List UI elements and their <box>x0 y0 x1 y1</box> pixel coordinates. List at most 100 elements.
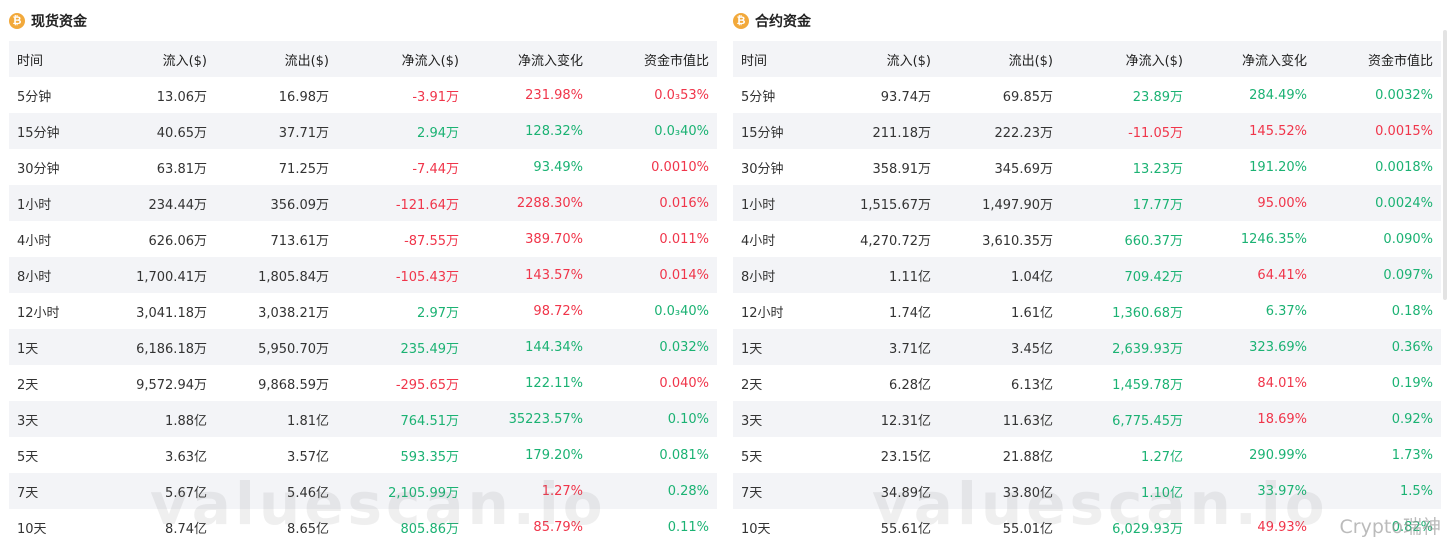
cell-net-change: 98.72% <box>533 303 583 319</box>
cell-inflow: 40.65万 <box>156 125 207 141</box>
cell-net-change: 323.69% <box>1249 339 1307 355</box>
scrollbar[interactable] <box>1443 30 1447 300</box>
cell-mcap-ratio: 0.016% <box>659 195 709 211</box>
cell-net-change: 2288.30% <box>516 195 583 211</box>
cell-time: 12小时 <box>17 305 60 321</box>
cell-time: 8小时 <box>741 269 776 285</box>
cell-mcap-ratio: 0.081% <box>659 447 709 463</box>
column-header-net-inflow: 净流入($) <box>401 53 459 69</box>
table-row[interactable]: 12小时 1.74亿 1.61亿 1,360.68万 6.37% 0.18% <box>733 293 1441 329</box>
table-row[interactable]: 1天 6,186.18万 5,950.70万 235.49万 144.34% 0.032% <box>9 329 717 365</box>
table-row[interactable]: 15分钟 211.18万 222.23万 -11.05万 145.52% 0.0015% <box>733 113 1441 149</box>
table-row[interactable]: 7天 5.67亿 5.46亿 2,105.99万 1.27% 0.28% <box>9 473 717 509</box>
cell-mcap-ratio: 0.92% <box>1391 411 1433 427</box>
cell-time: 5分钟 <box>17 89 52 105</box>
cell-net-inflow: 23.89万 <box>1132 89 1183 105</box>
cell-net-inflow: 709.42万 <box>1124 269 1184 285</box>
cell-time: 30分钟 <box>17 161 60 177</box>
cell-time: 12小时 <box>741 305 784 321</box>
futures-funds-header: ₿ 合约资金 <box>733 0 1441 41</box>
cell-outflow: 1.04亿 <box>1011 269 1053 285</box>
cell-outflow: 71.25万 <box>278 161 329 177</box>
cell-net-change: 18.69% <box>1257 411 1307 427</box>
cell-net-inflow: -7.44万 <box>412 161 459 177</box>
table-row[interactable]: 30分钟 358.91万 345.69万 13.23万 191.20% 0.0018% <box>733 149 1441 185</box>
cell-mcap-ratio: 0.040% <box>659 375 709 391</box>
cell-net-inflow: 6,775.45万 <box>1112 413 1183 429</box>
cell-net-inflow: 1,459.78万 <box>1112 377 1183 393</box>
cell-outflow: 9,868.59万 <box>258 377 329 393</box>
cell-net-inflow: 17.77万 <box>1132 197 1183 213</box>
cell-mcap-ratio: 0.032% <box>659 339 709 355</box>
table-row[interactable]: 5分钟 93.74万 69.85万 23.89万 284.49% 0.0032% <box>733 77 1441 113</box>
cell-outflow: 713.61万 <box>270 233 330 249</box>
cell-time: 4小时 <box>741 233 776 249</box>
table-row[interactable]: 5天 3.63亿 3.57亿 593.35万 179.20% 0.081% <box>9 437 717 473</box>
cell-outflow: 6.13亿 <box>1011 377 1053 393</box>
table-row[interactable]: 5分钟 13.06万 16.98万 -3.91万 231.98% 0.0₃53% <box>9 77 717 113</box>
cell-outflow: 356.09万 <box>270 197 330 213</box>
cell-net-change: 49.93% <box>1257 519 1307 535</box>
cell-mcap-ratio: 0.0024% <box>1375 195 1433 211</box>
column-header-outflow: 流出($) <box>1008 53 1053 69</box>
cell-time: 1小时 <box>17 197 52 213</box>
futures-funds-title: 合约资金 <box>755 13 811 30</box>
cell-mcap-ratio: 0.0015% <box>1375 123 1433 139</box>
table-row[interactable]: 2天 9,572.94万 9,868.59万 -295.65万 122.11% 0.040… <box>9 365 717 401</box>
table-row[interactable]: 1天 3.71亿 3.45亿 2,639.93万 323.69% 0.36% <box>733 329 1441 365</box>
table-row[interactable]: 3天 12.31亿 11.63亿 6,775.45万 18.69% 0.92% <box>733 401 1441 437</box>
cell-outflow: 21.88亿 <box>1002 449 1053 465</box>
column-header-mcap-ratio: 资金市值比 <box>1367 53 1433 69</box>
cell-net-inflow: 660.37万 <box>1124 233 1184 249</box>
cell-net-inflow: 593.35万 <box>400 449 460 465</box>
cell-inflow: 3,041.18万 <box>136 305 207 321</box>
column-header-time: 时间 <box>741 53 768 69</box>
cell-net-change: 1246.35% <box>1240 231 1307 247</box>
cell-net-inflow: 1,360.68万 <box>1112 305 1183 321</box>
cell-inflow: 12.31亿 <box>880 413 931 429</box>
cell-mcap-ratio: 0.0₃40% <box>654 303 709 319</box>
cell-mcap-ratio: 0.82% <box>1391 519 1433 535</box>
cell-net-change: 84.01% <box>1257 375 1307 391</box>
table-row[interactable]: 1小时 234.44万 356.09万 -121.64万 2288.30% 0.016% <box>9 185 717 221</box>
spot-funds-table: 时间 流入($) 流出($) 净流入($) 净流入变化 资金市值比 5分钟 13.… <box>9 41 717 545</box>
cell-outflow: 8.65亿 <box>287 521 329 537</box>
spot-funds-header: ₿ 现货资金 <box>9 0 717 41</box>
cell-inflow: 1,515.67万 <box>860 197 931 213</box>
cell-outflow: 1.61亿 <box>1011 305 1053 321</box>
cell-inflow: 6.28亿 <box>889 377 931 393</box>
cell-net-inflow: 1.27亿 <box>1141 449 1183 465</box>
table-row[interactable]: 5天 23.15亿 21.88亿 1.27亿 290.99% 1.73% <box>733 437 1441 473</box>
cell-net-change: 144.34% <box>525 339 583 355</box>
cell-inflow: 626.06万 <box>148 233 208 249</box>
table-row[interactable]: 2天 6.28亿 6.13亿 1,459.78万 84.01% 0.19% <box>733 365 1441 401</box>
cell-net-inflow: 2.97万 <box>417 305 459 321</box>
cell-outflow: 37.71万 <box>278 125 329 141</box>
cell-net-inflow: 805.86万 <box>400 521 460 537</box>
table-row[interactable]: 15分钟 40.65万 37.71万 2.94万 128.32% 0.0₃40% <box>9 113 717 149</box>
table-row[interactable]: 12小时 3,041.18万 3,038.21万 2.97万 98.72% 0.0₃40% <box>9 293 717 329</box>
futures-funds-table: 时间 流入($) 流出($) 净流入($) 净流入变化 资金市值比 5分钟 93.… <box>733 41 1441 545</box>
table-row[interactable]: 4小时 626.06万 713.61万 -87.55万 389.70% 0.011% <box>9 221 717 257</box>
spot-funds-title: 现货资金 <box>31 13 87 30</box>
table-row[interactable]: 10天 55.61亿 55.01亿 6,029.93万 49.93% 0.82% <box>733 509 1441 545</box>
cell-mcap-ratio: 0.19% <box>1391 375 1433 391</box>
table-row[interactable]: 30分钟 63.81万 71.25万 -7.44万 93.49% 0.0010% <box>9 149 717 185</box>
table-row[interactable]: 3天 1.88亿 1.81亿 764.51万 35223.57% 0.10% <box>9 401 717 437</box>
cell-net-inflow: 1.10亿 <box>1141 485 1183 501</box>
table-row[interactable]: 1小时 1,515.67万 1,497.90万 17.77万 95.00% 0.0024% <box>733 185 1441 221</box>
table-row[interactable]: 4小时 4,270.72万 3,610.35万 660.37万 1246.35% 0.09… <box>733 221 1441 257</box>
cell-net-change: 231.98% <box>525 87 583 103</box>
table-row[interactable]: 8小时 1.11亿 1.04亿 709.42万 64.41% 0.097% <box>733 257 1441 293</box>
table-row[interactable]: 8小时 1,700.41万 1,805.84万 -105.43万 143.57% 0.01… <box>9 257 717 293</box>
cell-mcap-ratio: 0.0₃53% <box>654 87 709 103</box>
cell-inflow: 13.06万 <box>156 89 207 105</box>
cell-inflow: 63.81万 <box>156 161 207 177</box>
cell-mcap-ratio: 0.36% <box>1391 339 1433 355</box>
page: ₿ 现货资金 时间 流入($) 流出($) 净流入($) 净流入变化 资金市值比… <box>0 0 1449 549</box>
cell-mcap-ratio: 0.0032% <box>1375 87 1433 103</box>
table-row[interactable]: 7天 34.89亿 33.80亿 1.10亿 33.97% 1.5% <box>733 473 1441 509</box>
table-row[interactable]: 10天 8.74亿 8.65亿 805.86万 85.79% 0.11% <box>9 509 717 545</box>
cell-net-change: 85.79% <box>533 519 583 535</box>
cell-mcap-ratio: 1.73% <box>1391 447 1433 463</box>
